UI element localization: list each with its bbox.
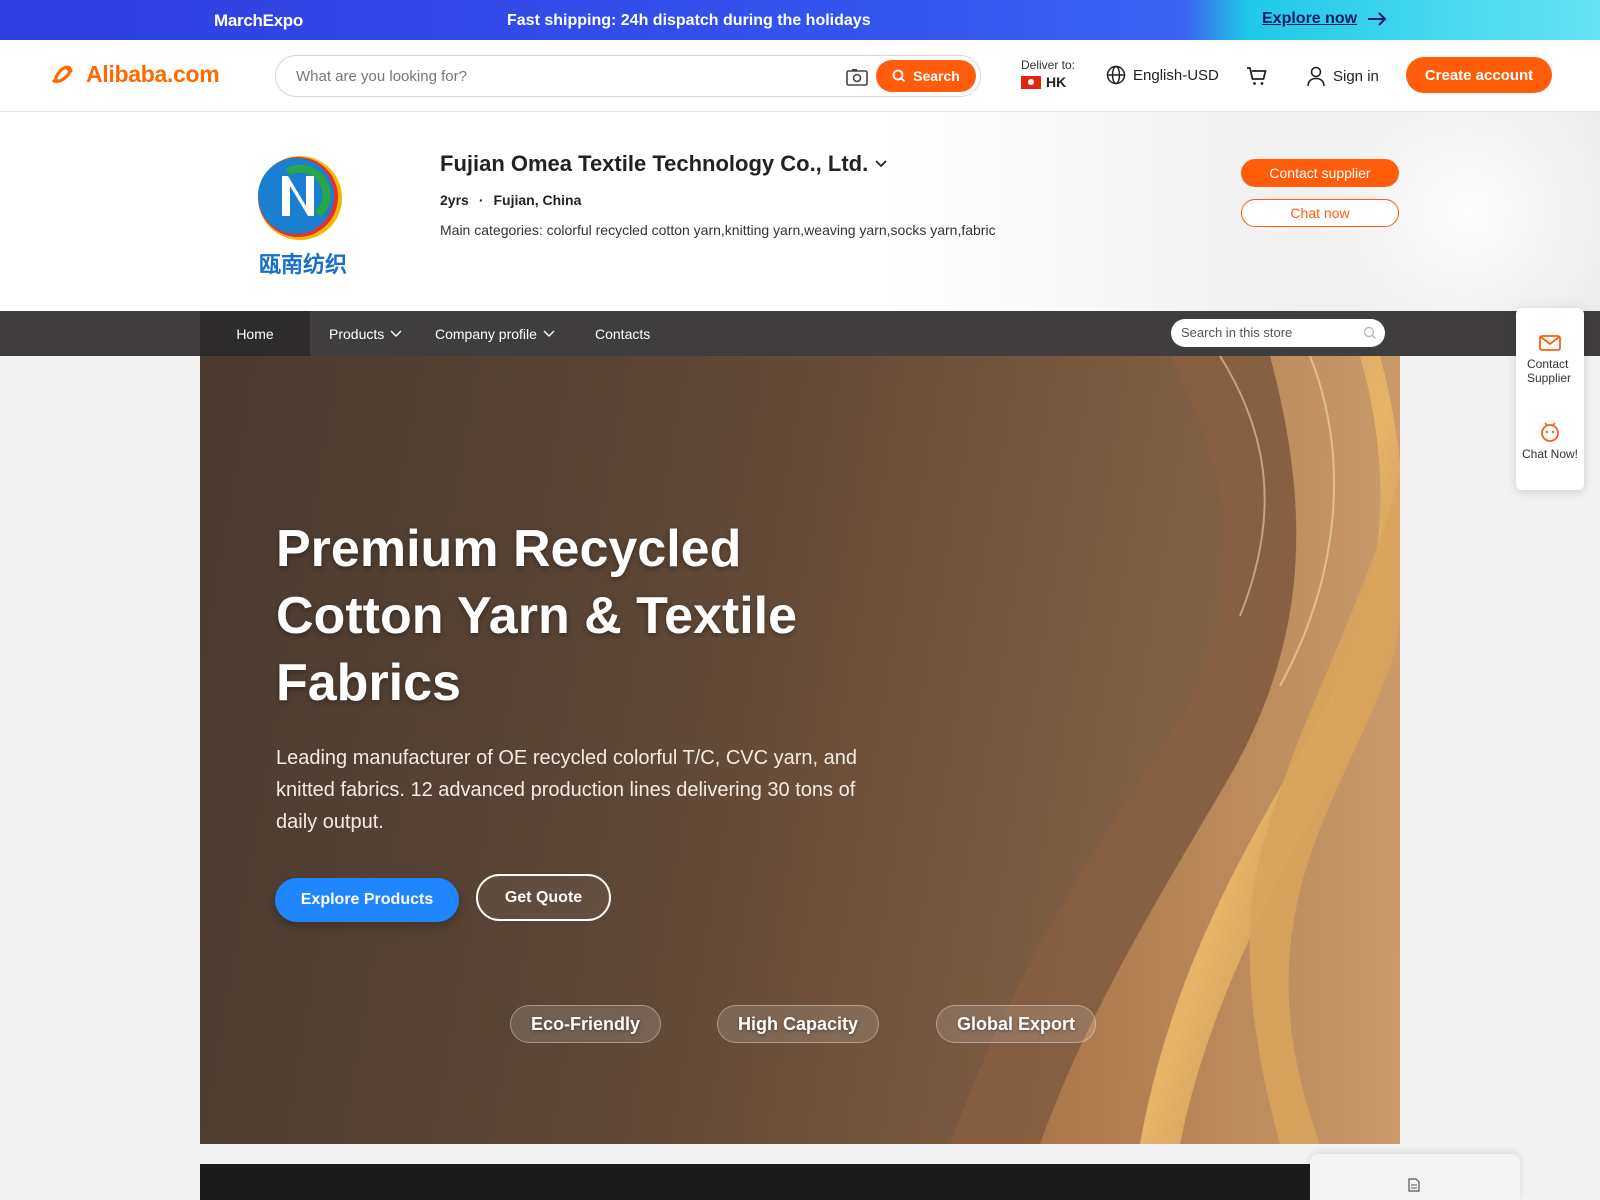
nav-products[interactable]: Products [329, 311, 402, 356]
floating-contact-panel: Contact Supplier Chat Now! [1516, 308, 1584, 490]
chevron-down-icon [390, 330, 402, 337]
language-label: English-USD [1133, 66, 1219, 84]
language-currency-selector[interactable]: English-USD [1106, 65, 1219, 85]
nav-home[interactable]: Home [200, 311, 310, 356]
mail-icon [1539, 335, 1561, 351]
chat-icon [1541, 422, 1559, 442]
store-search-bar [1171, 319, 1385, 347]
user-icon [1307, 66, 1325, 87]
globe-icon [1106, 65, 1126, 85]
explore-now-link[interactable]: Explore now [1262, 10, 1387, 28]
march-expo-logo: MarchExpo [214, 11, 303, 30]
badge-high-capacity: High Capacity [717, 1005, 880, 1043]
supplier-meta: 2yrs · Fujian, China [440, 192, 581, 208]
supplier-location: Fujian, China [493, 192, 582, 208]
hk-flag-icon [1021, 75, 1041, 89]
promo-banner: MarchExpo Fast shipping: 24h dispatch du… [0, 0, 1600, 40]
chevron-down-icon [875, 160, 887, 168]
main-search-input[interactable] [296, 66, 816, 86]
main-categories: Main categories: colorful recycled cotto… [440, 222, 996, 238]
chevron-down-icon [543, 330, 555, 337]
contact-supplier-button[interactable]: Contact supplier [1241, 159, 1399, 187]
search-icon [892, 69, 906, 83]
side-chat-label: Chat Now! [1521, 447, 1579, 461]
explore-now-label: Explore now [1262, 10, 1358, 27]
arrow-right-icon [1368, 12, 1387, 26]
document-icon [1408, 1178, 1420, 1192]
hero-banner: Premium Recycled Cotton Yarn & Textile F… [200, 356, 1400, 1144]
search-button[interactable]: Search [876, 60, 976, 92]
meta-separator: · [478, 192, 484, 208]
alibaba-logo-text: Alibaba.com [86, 61, 220, 87]
floating-document-tab[interactable] [1310, 1154, 1520, 1200]
nav-company-profile[interactable]: Company profile [435, 311, 555, 356]
side-contact-label: Contact Supplier [1527, 357, 1572, 385]
search-icon[interactable] [1363, 326, 1377, 340]
chat-now-button[interactable]: Chat now [1241, 199, 1399, 227]
supplier-logo-caption: 瓯南纺织 [259, 252, 347, 278]
decorative-wave-image [950, 356, 1400, 1144]
hero-title: Premium Recycled Cotton Yarn & Textile F… [276, 520, 798, 712]
badge-global-export: Global Export [936, 1005, 1097, 1043]
search-button-label: Search [913, 68, 960, 84]
nav-products-label: Products [329, 325, 385, 342]
sign-in-link[interactable]: Sign in [1306, 65, 1379, 87]
cart-icon [1247, 67, 1267, 85]
deliver-to-value: HK [1046, 74, 1067, 90]
deliver-to-label: Deliver to: [1021, 58, 1076, 72]
deliver-to-selector[interactable]: Deliver to: HK [1021, 58, 1075, 90]
promo-message: Fast shipping: 24h dispatch during the h… [507, 12, 871, 29]
nav-company-profile-label: Company profile [435, 325, 537, 342]
image-search-icon[interactable] [846, 68, 868, 86]
get-quote-button[interactable]: Get Quote [476, 874, 611, 921]
alibaba-logo[interactable]: Alibaba.com [50, 61, 220, 88]
next-section-dark-bar [200, 1164, 1400, 1200]
company-name-text: Fujian Omea Textile Technology Co., Ltd. [440, 151, 869, 176]
supplier-logo[interactable]: 瓯南纺织 [248, 152, 358, 282]
alibaba-mark-icon [52, 65, 73, 83]
nav-contacts[interactable]: Contacts [595, 311, 650, 356]
store-search-input[interactable] [1181, 325, 1351, 340]
supplier-header: 瓯南纺织 Fujian Omea Textile Technology Co.,… [0, 112, 1600, 311]
side-chat-now[interactable]: Chat Now! [1516, 422, 1584, 461]
supplier-years: 2yrs [440, 192, 469, 208]
main-search-bar: Search [275, 55, 981, 97]
side-contact-supplier[interactable]: Contact Supplier [1516, 334, 1584, 385]
sign-in-label: Sign in [1333, 67, 1379, 85]
badge-eco-friendly: Eco-Friendly [510, 1005, 662, 1043]
store-nav: Home Products Company profile Contacts [0, 311, 1600, 356]
company-name[interactable]: Fujian Omea Textile Technology Co., Ltd. [440, 151, 888, 177]
site-header: Alibaba.com Search Deliver to: HK Englis… [0, 40, 1600, 112]
cart-button[interactable] [1246, 65, 1268, 92]
explore-products-button[interactable]: Explore Products [275, 878, 459, 922]
hero-subtitle: Leading manufacturer of OE recycled colo… [276, 747, 858, 833]
create-account-button[interactable]: Create account [1406, 57, 1552, 93]
